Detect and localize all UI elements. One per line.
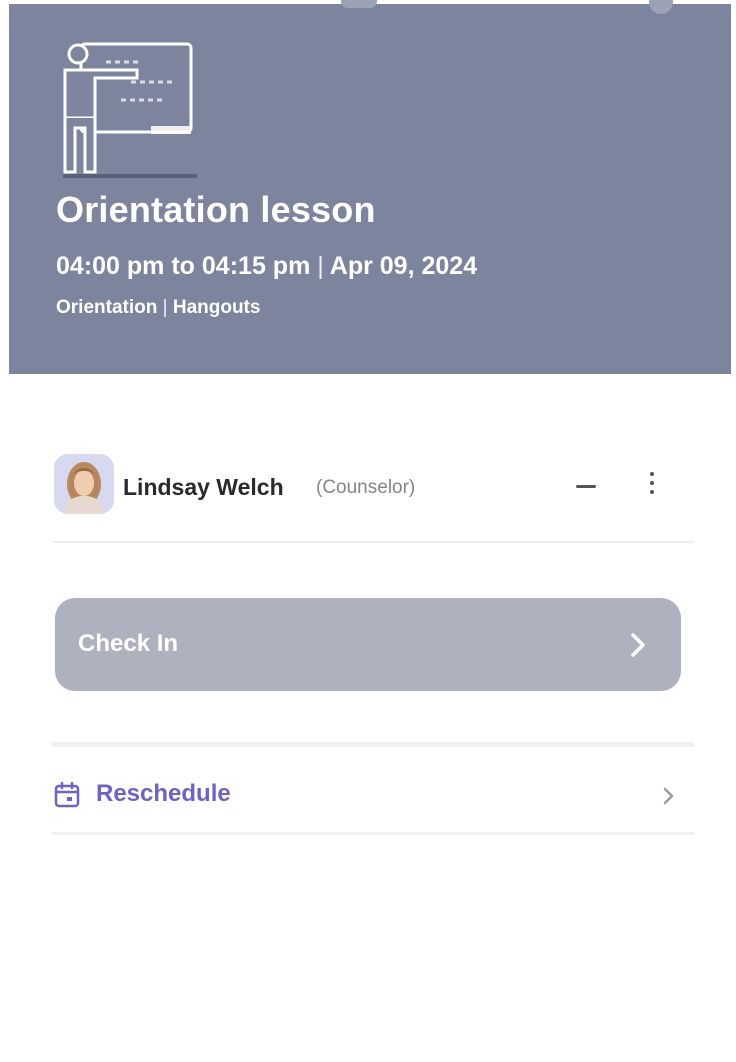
sheet-handle[interactable] [341, 0, 377, 8]
event-details-sheet: Orientation lesson 04:00 pm to 04:15 pm … [0, 0, 736, 1062]
chevron-right-icon [663, 787, 674, 805]
chevron-right-icon [631, 633, 645, 657]
divider [52, 541, 694, 543]
attendee-role: (Counselor) [316, 477, 416, 498]
attendee-row[interactable]: Lindsay Welch (Counselor) [54, 452, 694, 518]
kebab-menu-icon[interactable] [636, 466, 668, 504]
person-avatar-icon [54, 454, 114, 514]
event-category: Orientation [56, 297, 158, 318]
divider [52, 832, 694, 835]
close-icon[interactable] [649, 0, 673, 14]
reschedule-button[interactable]: Reschedule [52, 766, 694, 826]
event-meta: Orientation | Hangouts [56, 297, 260, 319]
event-start-time: 04:00 pm [56, 252, 165, 280]
event-platform: Hangouts [172, 297, 261, 318]
meta-separator: | [162, 297, 168, 318]
event-date: Apr 09, 2024 [329, 252, 478, 280]
event-header: Orientation lesson 04:00 pm to 04:15 pm … [9, 0, 731, 374]
attendee-name: Lindsay Welch [123, 474, 284, 500]
check-in-label: Check In [78, 630, 179, 657]
event-end-time: 04:15 pm [201, 252, 311, 280]
reschedule-label: Reschedule [96, 780, 231, 807]
section-divider [52, 742, 694, 747]
teacher-whiteboard-icon [63, 42, 197, 178]
calendar-icon [54, 782, 80, 808]
event-title: Orientation lesson [56, 189, 376, 230]
check-in-button[interactable]: Check In [55, 598, 681, 691]
event-time-date: 04:00 pm to 04:15 pm | Apr 09, 2024 [56, 252, 477, 281]
event-to-word: to [171, 252, 195, 280]
avatar [54, 454, 114, 514]
time-date-separator: | [317, 252, 324, 280]
minus-icon[interactable] [568, 468, 604, 504]
